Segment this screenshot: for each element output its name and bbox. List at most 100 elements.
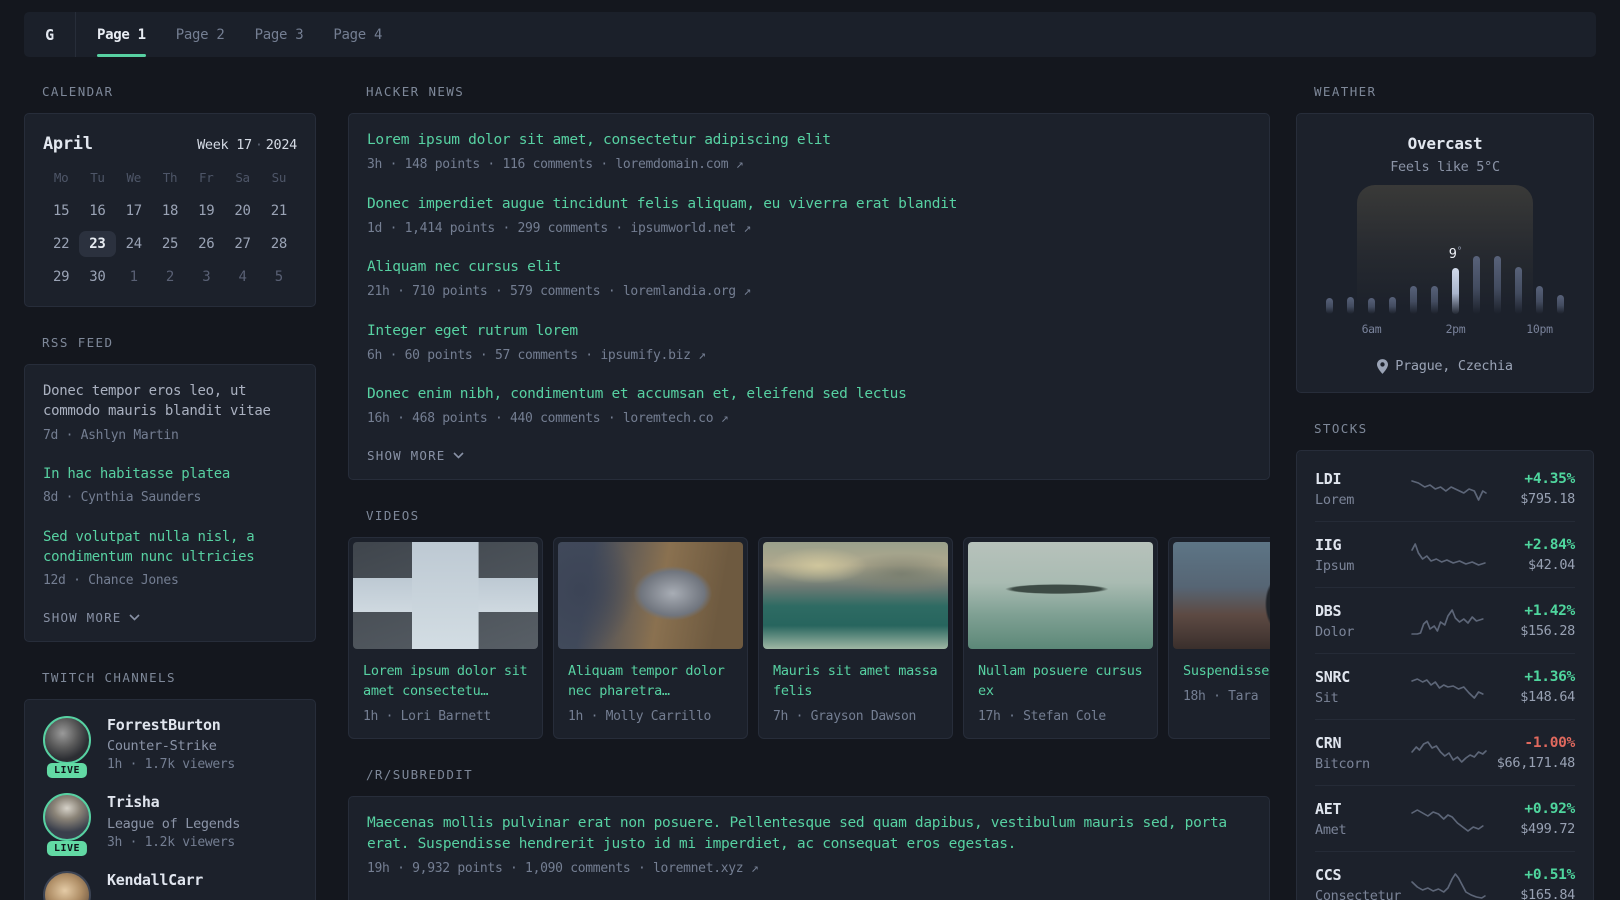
subreddit-post-meta[interactable]: 19h · 9,932 points · 1,090 comments · lo…: [367, 859, 1251, 879]
stock-change: +0.51%: [1524, 867, 1575, 883]
calendar-weekday: Mo: [53, 170, 69, 185]
stock-change: +4.35%: [1524, 471, 1575, 487]
rss-item-title[interactable]: Donec tempor eros leo, ut commodo mauris…: [43, 381, 297, 422]
subreddit-card: Maecenas mollis pulvinar erat non posuer…: [348, 796, 1270, 900]
tab-page-4[interactable]: Page 4: [318, 12, 397, 57]
stocks-widget: STOCKS LDI Lorem +4.35% $795.18 IIG Ipsu…: [1296, 421, 1594, 900]
hackernews-item-title[interactable]: Donec imperdiet augue tincidunt felis al…: [367, 194, 1251, 215]
hackernews-item-title[interactable]: Integer eget rutrum lorem: [367, 321, 1251, 342]
stock-name: Bitcorn: [1315, 756, 1370, 772]
stock-row[interactable]: AET Amet +0.92% $499.72: [1315, 786, 1575, 852]
stock-symbol: LDI: [1315, 470, 1342, 488]
stock-row[interactable]: CCS Consectetur +0.51% $165.84: [1315, 852, 1575, 900]
weather-hourly-chart: 9° 6am 2pm 10pm: [1319, 185, 1571, 336]
video-meta: 17h · Stefan Cole: [978, 709, 1106, 725]
tab-page-1[interactable]: Page 1: [82, 12, 161, 57]
weather-hour-bar: [1508, 267, 1529, 314]
hackernews-item-title[interactable]: Aliquam nec cursus elit: [367, 257, 1251, 278]
hackernews-item: Donec imperdiet augue tincidunt felis al…: [367, 194, 1251, 239]
hackernews-show-more-button[interactable]: SHOW MORE: [367, 448, 1251, 463]
weather-hour-bar: [1361, 298, 1382, 314]
calendar-weekday: Tu: [90, 170, 105, 185]
video-title[interactable]: Suspendisse diam: [1183, 661, 1270, 681]
stock-price: $66,171.48: [1496, 755, 1576, 771]
video-thumbnail[interactable]: [968, 541, 1153, 649]
stock-row[interactable]: SNRC Sit +1.36% $148.64: [1315, 654, 1575, 720]
location-pin-icon: [1377, 358, 1389, 374]
stock-sparkline: [1411, 609, 1484, 635]
subreddit-post-title[interactable]: Maecenas mollis pulvinar erat non posuer…: [367, 813, 1237, 855]
rss-widget: RSS FEED Donec tempor eros leo, ut commo…: [24, 335, 316, 642]
hackernews-item-meta[interactable]: 1d · 1,414 points · 299 comments · ipsum…: [367, 219, 1251, 239]
stock-row[interactable]: LDI Lorem +4.35% $795.18: [1315, 456, 1575, 522]
twitch-channel-row[interactable]: LIVE ForrestBurton Counter-Strike 1h · 1…: [43, 715, 297, 779]
hackernews-item-meta[interactable]: 6h · 60 points · 57 comments · ipsumify.…: [367, 346, 1251, 366]
hackernews-item: Lorem ipsum dolor sit amet, consectetur …: [367, 130, 1251, 175]
video-title[interactable]: Aliquam tempor dolor nec pharetra…: [568, 661, 733, 702]
calendar-weekday: We: [126, 170, 141, 185]
rss-section-label: RSS FEED: [42, 335, 114, 350]
stock-price: $165.84: [1520, 887, 1575, 900]
current-temp-label: 9°: [1448, 246, 1463, 262]
video-title[interactable]: Nullam posuere cursus ex: [978, 661, 1143, 702]
video-meta: 18h · Tara: [1183, 688, 1259, 704]
twitch-channel-row[interactable]: LIVE Trisha League of Legends 3h · 1.2k …: [43, 793, 297, 856]
stock-sparkline: [1411, 543, 1486, 566]
video-card[interactable]: Nullam posuere cursus ex 17h · Stefan Co…: [963, 536, 1158, 740]
stock-row[interactable]: CRN Bitcorn -1.00% $66,171.48: [1315, 720, 1575, 786]
hackernews-item-meta[interactable]: 16h · 468 points · 440 comments · loremt…: [367, 409, 1251, 429]
rss-show-more-button[interactable]: SHOW MORE: [43, 610, 297, 625]
hackernews-item-meta[interactable]: 21h · 710 points · 579 comments · loreml…: [367, 282, 1251, 302]
weather-time-label: [1424, 322, 1445, 336]
weather-hour-bar: [1340, 297, 1361, 314]
hackernews-item-title[interactable]: Donec enim nibh, condimentum et accumsan…: [367, 384, 1251, 405]
twitch-section-label: TWITCH CHANNELS: [42, 669, 176, 685]
twitch-channel-row[interactable]: KendallCarr: [43, 870, 297, 900]
video-card[interactable]: Aliquam tempor dolor nec pharetra… 1h · …: [553, 536, 748, 740]
calendar-day: 4: [238, 269, 247, 285]
tab-page-2[interactable]: Page 2: [161, 12, 240, 57]
calendar-widget: CALENDAR April Week 17 · 2024 Mo Tu We Th Fr Sa…: [24, 84, 316, 307]
video-card[interactable]: Suspendisse diam 18h · Tara: [1168, 536, 1270, 740]
channel-avatar: [43, 793, 91, 842]
video-thumbnail[interactable]: [558, 541, 743, 649]
app-logo[interactable]: G: [24, 12, 76, 57]
channel-name[interactable]: KendallCarr: [107, 871, 203, 891]
weather-hour-bar: [1319, 298, 1340, 314]
weather-widget: WEATHER Overcast Feels like 5°C 9° 6am 2p…: [1296, 84, 1594, 393]
tab-page-3[interactable]: Page 3: [240, 12, 319, 57]
weather-time-label: [1382, 322, 1403, 336]
video-card[interactable]: Mauris sit amet massa felis 7h · Grayson…: [758, 536, 953, 740]
video-thumbnail[interactable]: [1173, 541, 1270, 649]
channel-name[interactable]: ForrestBurton: [107, 716, 235, 736]
video-card[interactable]: Lorem ipsum dolor sit amet consectetu… 1…: [348, 536, 543, 740]
rss-item: In hac habitasse platea 8d · Cynthia Sau…: [43, 464, 297, 508]
stock-price: $156.28: [1520, 623, 1575, 639]
stock-sparkline: [1411, 678, 1484, 699]
rss-item-meta: 12d · Chance Jones: [43, 573, 179, 589]
calendar-weekday: Sa: [235, 170, 250, 185]
rss-item-title[interactable]: In hac habitasse platea: [43, 464, 297, 484]
stock-change: -1.00%: [1524, 735, 1575, 751]
video-title[interactable]: Mauris sit amet massa felis: [773, 661, 938, 702]
stock-name: Ipsum: [1315, 558, 1355, 574]
weather-location: Prague, Czechia: [1315, 358, 1575, 374]
subreddit-widget: /R/SUBREDDIT Maecenas mollis pulvinar er…: [348, 767, 1270, 900]
weather-time-label: 2pm: [1445, 322, 1466, 336]
rss-card: Donec tempor eros leo, ut commodo mauris…: [24, 364, 316, 642]
hackernews-item-title[interactable]: Lorem ipsum dolor sit amet, consectetur …: [367, 130, 1251, 151]
calendar-day: 30: [89, 269, 106, 285]
video-thumbnail[interactable]: [763, 541, 948, 649]
hackernews-item-meta[interactable]: 3h · 148 points · 116 comments · loremdo…: [367, 155, 1251, 175]
rss-item-meta: 7d · Ashlyn Martin: [43, 427, 179, 443]
weather-hour-bar: [1529, 286, 1550, 314]
channel-name[interactable]: Trisha: [107, 793, 240, 813]
calendar-day: 24: [125, 236, 143, 252]
calendar-weekday: Fr: [199, 170, 214, 185]
video-title[interactable]: Lorem ipsum dolor sit amet consectetu…: [363, 661, 528, 702]
video-thumbnail[interactable]: [353, 541, 538, 649]
stock-row[interactable]: IIG Ipsum +2.84% $42.04: [1315, 522, 1575, 588]
stocks-section-label: STOCKS: [1314, 421, 1368, 436]
rss-item-title[interactable]: Sed volutpat nulla nisl, a condimentum n…: [43, 527, 297, 568]
stock-row[interactable]: DBS Dolor +1.42% $156.28: [1315, 588, 1575, 654]
